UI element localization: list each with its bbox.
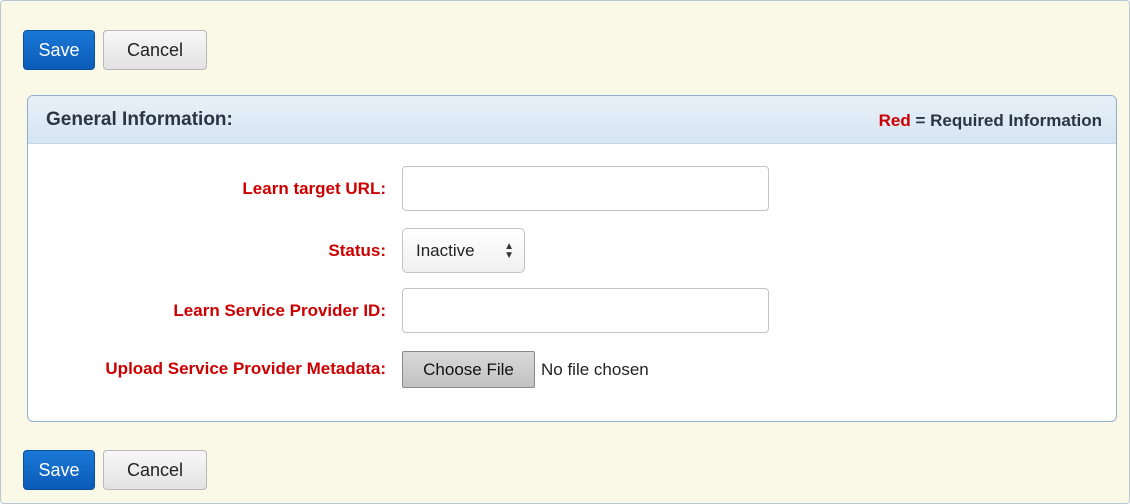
learn-target-url-label: Learn target URL: bbox=[242, 179, 386, 198]
metadata-upload-row: Upload Service Provider Metadata: Choose… bbox=[28, 346, 1116, 392]
file-status-text: No file chosen bbox=[541, 359, 649, 379]
select-updown-icon: ▲ ▼ bbox=[504, 240, 514, 261]
legend-red-word: Red bbox=[878, 111, 911, 130]
cancel-button-bottom[interactable]: Cancel bbox=[103, 450, 207, 490]
general-information-panel: General Information: Red = Required Info… bbox=[27, 95, 1117, 422]
top-button-row: Save Cancel bbox=[23, 30, 207, 70]
required-legend: Red = Required Information bbox=[879, 111, 1102, 131]
file-picker: Choose File No file chosen bbox=[402, 351, 649, 388]
panel-title: General Information: bbox=[46, 109, 233, 130]
learn-target-url-row: Learn target URL: bbox=[28, 166, 1116, 212]
save-button[interactable]: Save bbox=[23, 30, 95, 70]
service-provider-id-input[interactable] bbox=[402, 288, 769, 333]
choose-file-button[interactable]: Choose File bbox=[402, 351, 535, 388]
status-select[interactable]: Inactive ▲ ▼ bbox=[402, 228, 525, 273]
panel-header: General Information: Red = Required Info… bbox=[28, 96, 1116, 144]
status-selected-value: Inactive bbox=[416, 240, 475, 260]
page-frame: Save Cancel General Information: Red = R… bbox=[0, 0, 1130, 504]
service-provider-id-row: Learn Service Provider ID: bbox=[28, 288, 1116, 334]
metadata-upload-label: Upload Service Provider Metadata: bbox=[105, 359, 386, 378]
cancel-button[interactable]: Cancel bbox=[103, 30, 207, 70]
status-label: Status: bbox=[328, 241, 386, 260]
status-row: Status: Inactive ▲ ▼ bbox=[28, 228, 1116, 274]
save-button-bottom[interactable]: Save bbox=[23, 450, 95, 490]
service-provider-id-label: Learn Service Provider ID: bbox=[173, 301, 386, 320]
learn-target-url-input[interactable] bbox=[402, 166, 769, 211]
bottom-button-row: Save Cancel bbox=[23, 450, 207, 490]
legend-text: = Required Information bbox=[910, 111, 1102, 130]
